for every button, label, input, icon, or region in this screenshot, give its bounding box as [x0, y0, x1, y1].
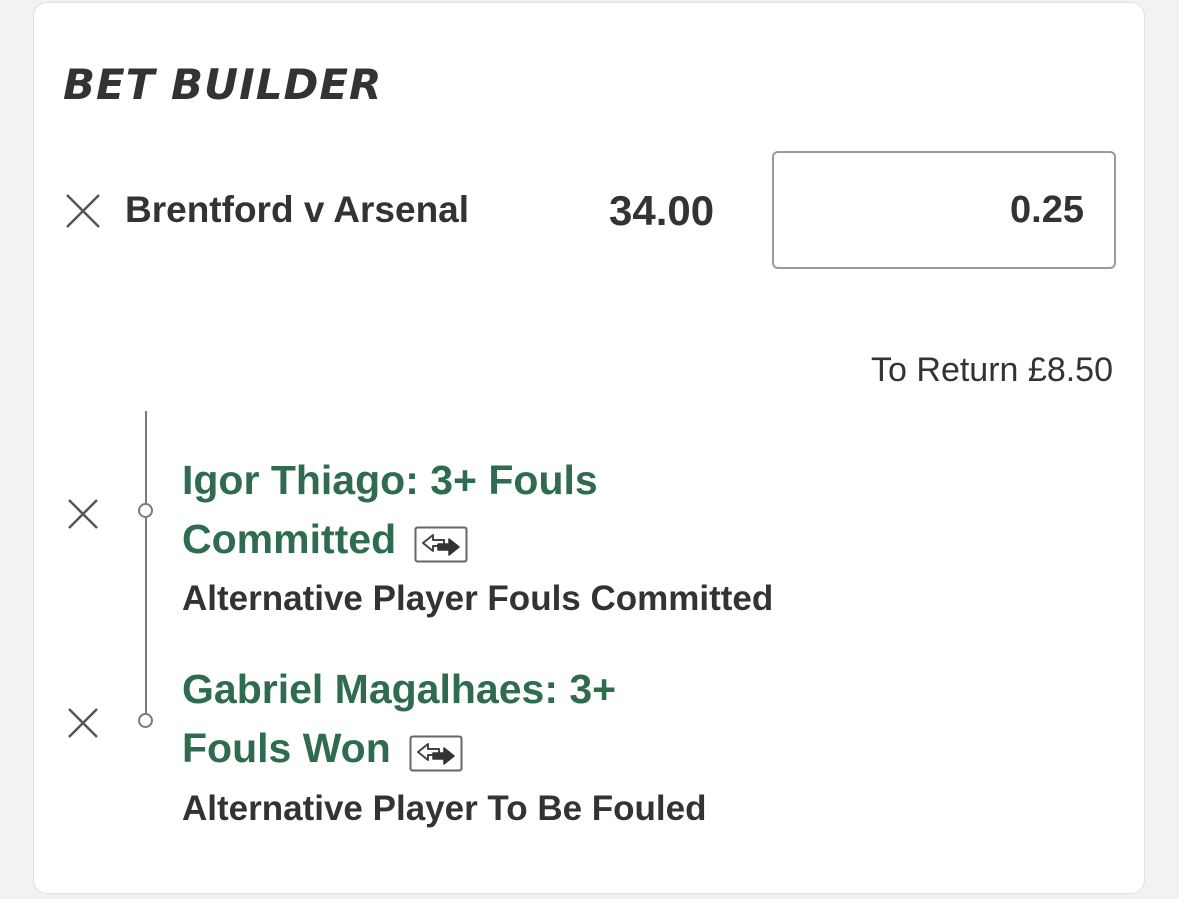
swap-arrows-icon[interactable] — [414, 520, 468, 563]
remove-bet-button[interactable] — [63, 191, 103, 231]
selection-market: Alternative Player Fouls Committed — [182, 579, 774, 618]
to-return-label: To Return — [871, 351, 1019, 389]
timeline-line — [145, 411, 147, 721]
timeline-dot — [138, 713, 153, 728]
selection-name-line1: Igor Thiago: 3+ Fouls — [182, 457, 598, 503]
stake-input[interactable] — [772, 151, 1116, 269]
close-icon — [68, 499, 98, 529]
to-return-value: £8.50 — [1027, 351, 1113, 389]
close-icon — [68, 708, 98, 738]
selection-name: Gabriel Magalhaes: 3+ Fouls Won — [182, 660, 742, 778]
odds-value: 34.00 — [609, 187, 715, 234]
close-icon — [66, 194, 100, 228]
selection-market: Alternative Player To Be Fouled — [182, 789, 707, 828]
match-name: Brentford v Arsenal — [125, 189, 470, 230]
selection-name: Igor Thiago: 3+ Fouls Committed — [182, 451, 742, 569]
remove-selection-button[interactable] — [63, 494, 103, 534]
remove-selection-button[interactable] — [63, 703, 103, 743]
selection-name-line2: Committed — [182, 516, 397, 562]
page-title: BET BUILDER — [63, 60, 383, 109]
selection-name-line1: Gabriel Magalhaes: 3+ — [182, 666, 617, 712]
selection-name-line2: Fouls Won — [182, 725, 391, 771]
bet-builder-card: BET BUILDER Brentford v Arsenal 34.00 To… — [33, 2, 1145, 894]
to-return: To Return £8.50 — [871, 347, 1113, 393]
timeline-dot — [138, 503, 153, 518]
swap-arrows-icon[interactable] — [409, 729, 463, 772]
